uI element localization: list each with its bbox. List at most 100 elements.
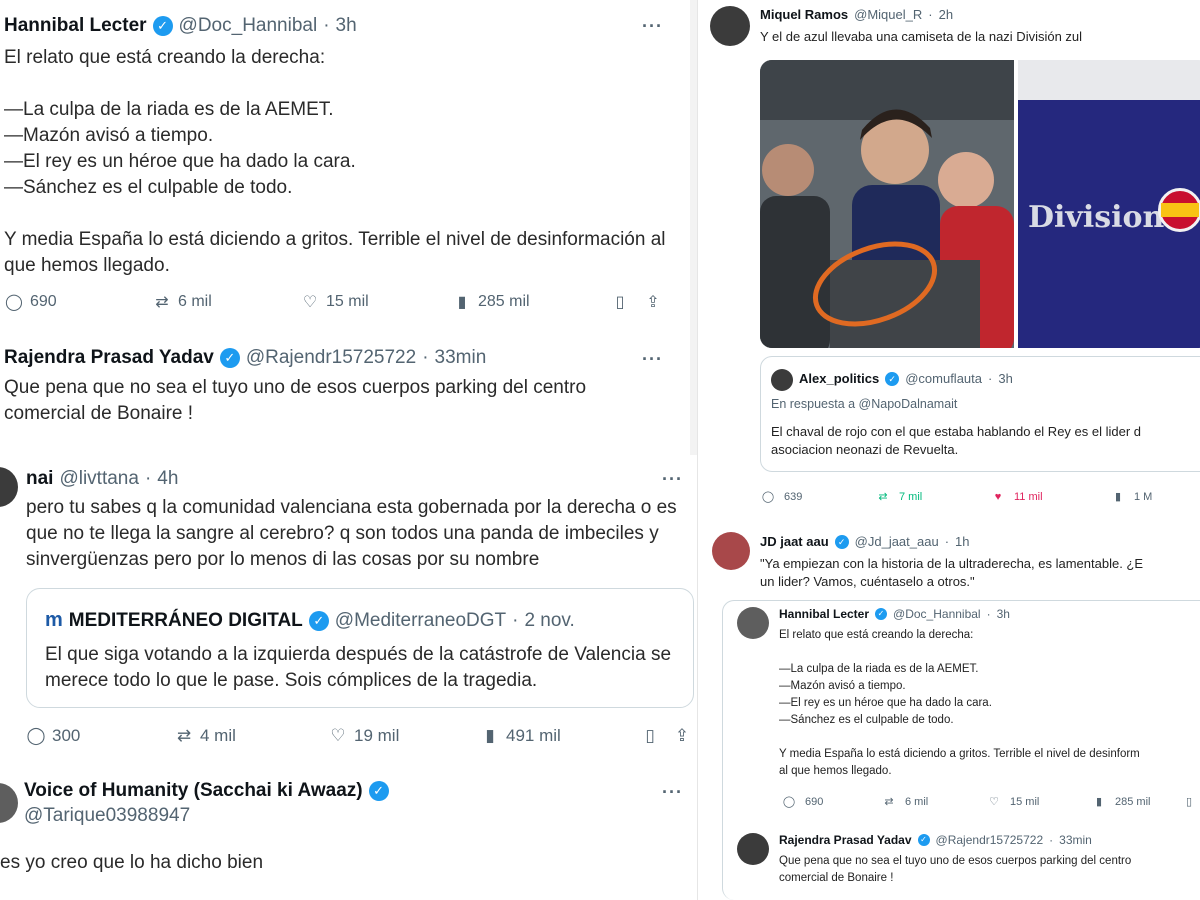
- tweet-time[interactable]: 3h: [997, 607, 1010, 621]
- tweet-time[interactable]: 3h: [336, 15, 357, 37]
- separator-dot: ·: [512, 609, 519, 631]
- author-name[interactable]: Hannibal Lecter: [779, 607, 869, 621]
- avatar[interactable]: [771, 369, 793, 391]
- author-name[interactable]: Alex_politics: [799, 371, 879, 386]
- separator-dot: ·: [944, 534, 950, 549]
- retweet-icon: ⇄: [155, 294, 169, 311]
- tweet-time[interactable]: 33min: [435, 347, 487, 369]
- verified-badge-icon: ✓: [885, 371, 900, 386]
- tweet-actions: ◯ 690 ⇄ 6 mil ♡ 15 mil ▮ 285 mil ▯ ⇪: [4, 292, 674, 312]
- retweet-action[interactable]: ⇄ 7 mil: [873, 490, 988, 504]
- shirt-photo[interactable]: Division: [1018, 60, 1200, 348]
- author-name[interactable]: Rajendra Prasad Yadav: [4, 347, 214, 369]
- separator-dot: ·: [986, 607, 991, 621]
- avatar[interactable]: [0, 467, 18, 507]
- embedded-screenshot[interactable]: Hannibal Lecter ✓ @Doc_Hannibal · 3h El …: [722, 600, 1200, 900]
- more-options-icon[interactable]: ···: [662, 782, 683, 803]
- author-handle[interactable]: @Doc_Hannibal: [893, 607, 981, 621]
- tweet-panel-top-left: Hannibal Lecter ✓ @Doc_Hannibal · 3h ···…: [0, 0, 690, 455]
- tweet-header: Hannibal Lecter ✓ @Doc_Hannibal · 3h: [4, 15, 357, 37]
- author-name[interactable]: MEDITERRÁNEO DIGITAL: [69, 610, 303, 632]
- views-action[interactable]: ▮ 1 M: [1108, 490, 1188, 504]
- like-icon: ♡: [330, 726, 346, 745]
- reply-icon: ◯: [26, 726, 46, 745]
- views-icon: ▮: [1095, 796, 1103, 808]
- author-name[interactable]: Voice of Humanity (Sacchai ki Awaaz): [24, 780, 363, 802]
- bookmark-icon[interactable]: ▯: [602, 292, 638, 312]
- more-options-icon[interactable]: ···: [642, 349, 663, 370]
- reply-context[interactable]: En respuesta a @NapoDalnamait: [771, 397, 957, 411]
- avatar[interactable]: [737, 607, 769, 639]
- author-handle[interactable]: @Tarique03988947: [24, 805, 190, 827]
- like-action[interactable]: ♥ 11 mil: [988, 491, 1108, 503]
- retweet-action[interactable]: ⇄ 6 mil: [879, 795, 984, 809]
- avatar[interactable]: [737, 833, 769, 865]
- views-count: 1 M: [1134, 490, 1153, 503]
- more-options-icon[interactable]: ···: [642, 16, 663, 37]
- author-handle[interactable]: @Doc_Hannibal: [179, 15, 318, 37]
- views-count: 285 mil: [478, 293, 530, 310]
- more-options-icon[interactable]: ···: [662, 469, 683, 490]
- like-icon: ♡: [302, 294, 318, 311]
- author-handle[interactable]: @livttana: [59, 468, 139, 490]
- tweet-text: Que pena que no sea el tuyo uno de esos …: [779, 855, 1132, 884]
- quoted-tweet[interactable]: m MEDITERRÁNEO DIGITAL ✓ @MediterraneoDG…: [26, 588, 694, 708]
- bookmark-icon[interactable]: ▯: [632, 726, 668, 746]
- tweet-text: pero tu sabes q la comunidad valenciana …: [26, 497, 677, 570]
- separator-dot: ·: [323, 15, 330, 36]
- tweet-time[interactable]: 2h: [939, 7, 953, 22]
- views-action[interactable]: ▮ 285 mil: [452, 292, 602, 312]
- bookmark-icon[interactable]: ▯: [1179, 795, 1199, 808]
- views-action[interactable]: ▮ 491 mil: [480, 726, 632, 746]
- tweet-header: nai @livttana · 4h: [26, 468, 178, 490]
- separator-dot: ·: [1049, 833, 1054, 847]
- crowd-photo[interactable]: [760, 60, 1014, 348]
- reply-action[interactable]: ◯ 690: [4, 292, 152, 312]
- tweet-time[interactable]: 4h: [157, 468, 178, 490]
- share-icon[interactable]: ⇪: [668, 726, 696, 746]
- quoted-tweet[interactable]: Alex_politics ✓ @comuflauta · 3h En resp…: [760, 356, 1200, 472]
- like-action[interactable]: ♡ 15 mil: [300, 292, 452, 312]
- avatar[interactable]: [710, 6, 750, 46]
- author-name[interactable]: Miquel Ramos: [760, 7, 848, 22]
- verified-badge-icon: ✓: [219, 348, 240, 368]
- author-name[interactable]: Hannibal Lecter: [4, 15, 147, 37]
- verified-badge-icon: ✓: [834, 534, 849, 549]
- tweet-time[interactable]: 1h: [955, 534, 969, 549]
- tweet-header: Rajendra Prasad Yadav ✓ @Rajendr15725722…: [779, 833, 1092, 847]
- views-icon: ▮: [485, 726, 495, 745]
- share-icon[interactable]: ⇪: [638, 292, 668, 312]
- reply-action[interactable]: ◯ 690: [779, 795, 879, 809]
- author-handle[interactable]: @Rajendr15725722: [246, 347, 416, 369]
- reply-count: 690: [805, 795, 824, 808]
- reply-count: 300: [52, 726, 81, 745]
- reply-action[interactable]: ◯ 300: [26, 726, 174, 746]
- avatar[interactable]: [0, 783, 18, 823]
- retweet-action[interactable]: ⇄ 6 mil: [152, 292, 300, 312]
- author-handle[interactable]: @Jd_jaat_aau: [855, 534, 939, 549]
- avatar[interactable]: [712, 532, 750, 570]
- like-action[interactable]: ♡ 15 mil: [984, 795, 1089, 809]
- author-handle[interactable]: @Miquel_R: [854, 7, 922, 22]
- retweet-action[interactable]: ⇄ 4 mil: [174, 726, 328, 746]
- reply-action[interactable]: ◯ 639: [758, 490, 873, 504]
- shirt-print: Division: [1028, 200, 1165, 235]
- author-handle[interactable]: @comuflauta: [905, 371, 982, 386]
- tweet-time[interactable]: 3h: [998, 371, 1012, 386]
- separator-dot: ·: [144, 468, 152, 489]
- author-name[interactable]: Rajendra Prasad Yadav: [779, 833, 912, 847]
- tweet-media[interactable]: Division: [760, 60, 1200, 348]
- views-action[interactable]: ▮ 285 mil: [1089, 795, 1179, 809]
- author-name[interactable]: JD jaat aau: [760, 534, 829, 549]
- author-handle[interactable]: @Rajendr15725722: [936, 833, 1044, 847]
- retweet-icon: ⇄: [176, 726, 192, 745]
- views-icon: ▮: [457, 294, 467, 311]
- author-handle[interactable]: @MediterraneoDGT: [335, 610, 506, 632]
- tweet-time[interactable]: 33min: [1059, 833, 1092, 847]
- quote-header: Alex_politics ✓ @comuflauta · 3h: [799, 371, 1013, 386]
- verified-badge-icon: ✓: [917, 834, 930, 846]
- tweet-text: Y el de azul llevaba una camiseta de la …: [760, 29, 1083, 44]
- tweet-time[interactable]: 2 nov.: [524, 610, 574, 632]
- author-name[interactable]: nai: [26, 468, 53, 490]
- like-action[interactable]: ♡ 19 mil: [328, 726, 480, 746]
